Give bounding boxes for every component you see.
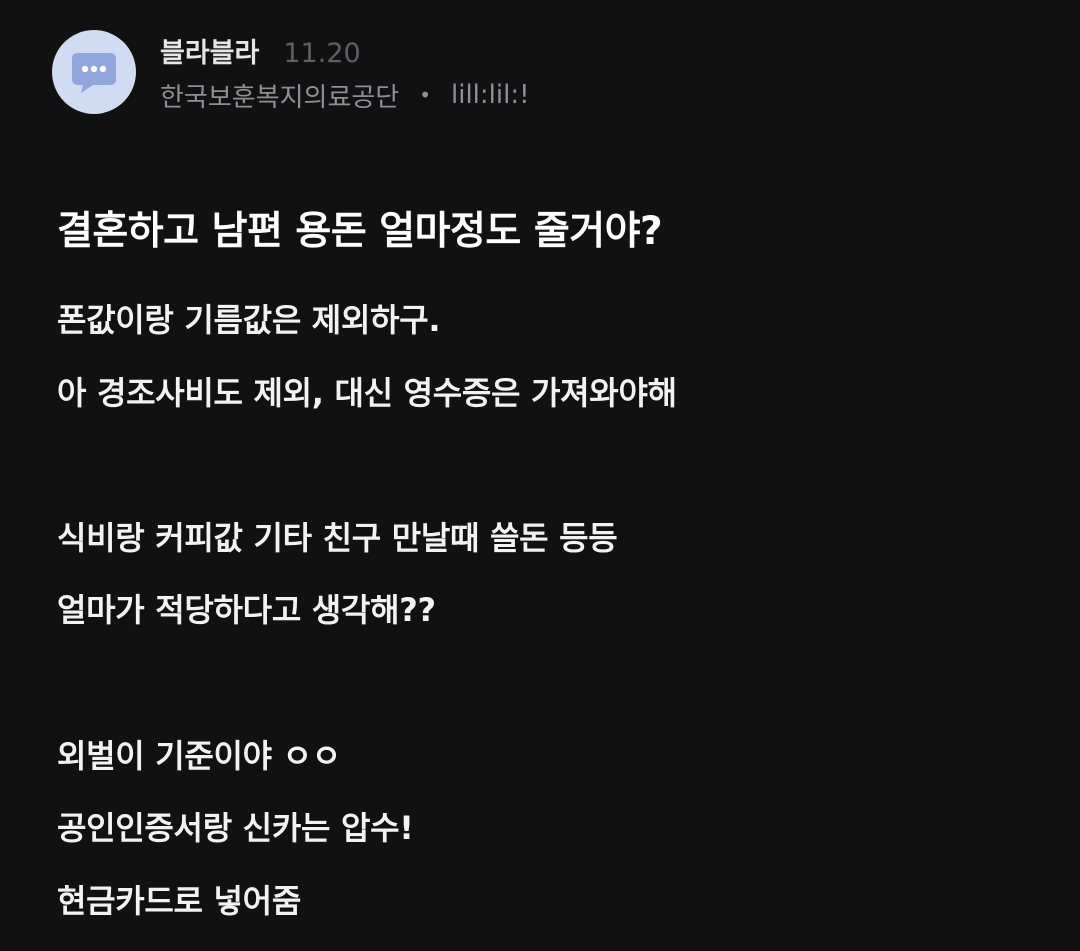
post-header: 블라블라 11.20 한국보훈복지의료공단 • lill:lil:! bbox=[52, 30, 530, 114]
post-meta: 블라블라 11.20 한국보훈복지의료공단 • lill:lil:! bbox=[160, 31, 530, 114]
body-line: 현금카드로 넣어줌 bbox=[57, 881, 301, 920]
body-line bbox=[57, 661, 1037, 705]
company-name[interactable]: 한국보훈복지의료공단 bbox=[160, 77, 399, 114]
body-line: 공인인증서랑 신카는 압수! bbox=[57, 809, 414, 848]
body-line bbox=[57, 443, 1037, 487]
separator-dot: • bbox=[419, 83, 431, 107]
post-date: 11.20 bbox=[283, 37, 361, 69]
author-name[interactable]: 블라블라 bbox=[160, 31, 259, 70]
body-line: 외벌이 기준이야 ㅇㅇ bbox=[57, 736, 341, 775]
body-line: 식비랑 커피값 기타 친구 만날때 쓸돈 등등 bbox=[57, 518, 618, 557]
body-line: 폰값이랑 기름값은 제외하구. bbox=[57, 301, 441, 339]
company-row: 한국보훈복지의료공단 • lill:lil:! bbox=[160, 77, 530, 114]
speech-bubble-icon bbox=[72, 53, 116, 93]
author-row: 블라블라 11.20 bbox=[160, 31, 530, 70]
avatar[interactable] bbox=[52, 30, 136, 114]
post-title: 결혼하고 남편 용돈 얼마정도 줄거야? bbox=[57, 209, 663, 254]
post-body: 폰값이랑 기름값은 제외하구. 아 경조사비도 제외, 대신 영수증은 가져와야… bbox=[57, 298, 1037, 951]
body-line: 얼마가 적당하다고 생각해?? bbox=[57, 591, 436, 630]
body-line: 아 경조사비도 제외, 대신 영수증은 가져와야해 bbox=[57, 373, 677, 412]
job-label: lill:lil:! bbox=[451, 80, 530, 110]
